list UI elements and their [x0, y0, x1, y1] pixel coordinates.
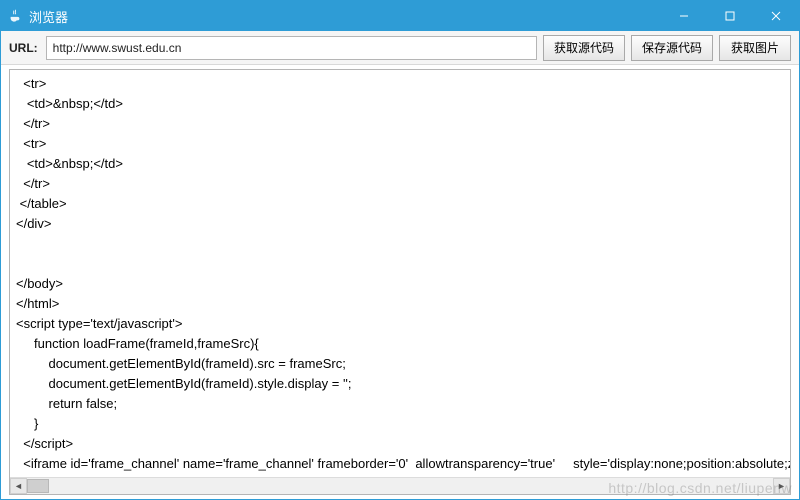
close-button[interactable]	[753, 1, 799, 31]
java-cup-icon	[7, 8, 23, 24]
app-window: 浏览器 URL: 获取源代码 保存源代码 获取图片 <tr> <td>&nbsp…	[0, 0, 800, 500]
get-source-button[interactable]: 获取源代码	[543, 35, 625, 61]
scroll-thumb[interactable]	[27, 479, 49, 493]
scroll-right-arrow-icon[interactable]: ►	[773, 478, 790, 494]
source-code-view[interactable]: <tr> <td>&nbsp;</td> </tr> <tr> <td>&nbs…	[10, 70, 790, 477]
scroll-track[interactable]	[27, 478, 773, 494]
window-title: 浏览器	[29, 7, 68, 26]
toolbar: URL: 获取源代码 保存源代码 获取图片	[1, 31, 799, 65]
minimize-button[interactable]	[661, 1, 707, 31]
horizontal-scrollbar[interactable]: ◄ ►	[10, 477, 790, 494]
url-label: URL:	[9, 41, 38, 55]
content-area: <tr> <td>&nbsp;</td> </tr> <tr> <td>&nbs…	[1, 65, 799, 499]
url-input[interactable]	[46, 36, 537, 60]
save-source-button[interactable]: 保存源代码	[631, 35, 713, 61]
get-image-button[interactable]: 获取图片	[719, 35, 791, 61]
titlebar: 浏览器	[1, 1, 799, 31]
maximize-button[interactable]	[707, 1, 753, 31]
source-textarea[interactable]: <tr> <td>&nbsp;</td> </tr> <tr> <td>&nbs…	[9, 69, 791, 495]
scroll-left-arrow-icon[interactable]: ◄	[10, 478, 27, 494]
